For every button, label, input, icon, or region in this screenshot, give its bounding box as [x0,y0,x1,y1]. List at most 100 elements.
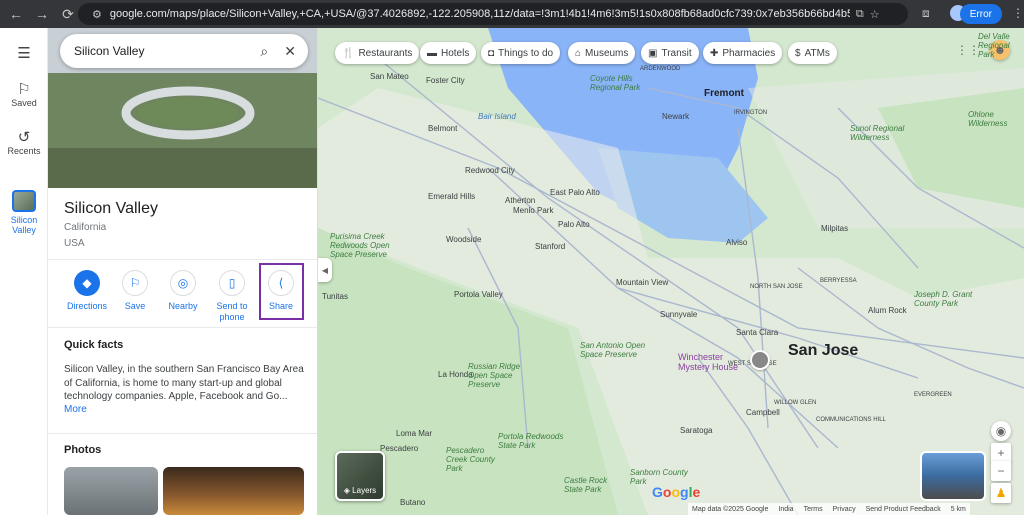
chip-things-to-do[interactable]: ◘ Things to do [481,42,561,64]
map-label: Woodside [446,235,482,244]
nearby-label: Nearby [168,301,198,311]
street-view-thumbnail[interactable] [920,451,986,501]
place-label-line1: Silicon [10,215,38,225]
site-info-icon[interactable]: ⚙ [92,8,102,21]
chip-hotels[interactable]: ▬ Hotels [420,42,477,64]
directions-button[interactable]: ◆ Directions [64,270,110,312]
map-label: Tunitas [322,292,348,301]
menu-icon[interactable]: ☰ [0,44,48,62]
layers-text: Layers [352,486,377,495]
museum-icon: ⌂ [575,47,582,59]
atm-icon: $ [795,47,801,59]
map-label: Campbell [746,408,780,417]
chip-atms[interactable]: $ ATMs [788,42,837,64]
search-icon[interactable]: ⌕ [260,43,268,60]
chip-pharmacies[interactable]: ✚ Pharmacies [703,42,783,64]
map-label: Saratoga [680,426,713,435]
map-label: San Jose [788,342,859,359]
send-to-phone-button[interactable]: ▯ Send to phone [209,270,255,323]
google-logo: Google [652,484,701,500]
address-bar[interactable]: ⚙ google.com/maps/place/Silicon+Valley,+… [78,3,908,25]
poi-thumbnail-icon[interactable] [750,350,770,370]
map-label: Fremont [704,88,744,99]
map-label: Coyote Hills Regional Park [590,74,641,92]
recents-button[interactable]: ↺ Recents [0,128,48,156]
place-thumbnail [12,190,36,212]
phone-icon: ▯ [219,270,245,296]
map-label: Castle Rock State Park [564,476,608,494]
pharmacy-icon: ✚ [710,47,719,59]
more-link[interactable]: More [64,404,87,415]
search-bar[interactable]: Silicon Valley ⌕ ✕ [60,34,308,68]
left-rail: ☰ ⚐ Saved ↺ Recents Silicon Valley [0,28,48,515]
browser-toolbar: ← → ⟳ ⚙ google.com/maps/place/Silicon+Va… [0,0,1024,28]
map-label: COMMUNICATIONS HILL [816,417,886,423]
back-icon[interactable]: ← [6,4,26,24]
apps-grid-icon[interactable]: ⋮⋮ [956,40,980,60]
search-input[interactable]: Silicon Valley [74,44,260,58]
chip-label: ATMs [804,47,830,59]
nearby-button[interactable]: ◎ Nearby [160,270,206,312]
feedback-link[interactable]: Send Product Feedback [866,506,941,513]
bed-icon: ▬ [427,47,437,59]
divider [48,327,317,328]
zoom-in-button[interactable]: + [991,443,1011,463]
saved-button[interactable]: ⚐ Saved [0,80,48,108]
map-label: Pescadero [380,444,419,453]
map-label: Belmont [428,124,458,133]
map-label: Redwood City [465,166,515,175]
place-country: USA [64,238,85,249]
collapse-panel-button[interactable]: ◀ [318,258,332,282]
chip-transit[interactable]: ▣ Transit [641,42,699,64]
region-link[interactable]: India [778,506,793,513]
place-state: California [64,222,107,233]
install-icon[interactable]: ⧉ [856,8,864,21]
save-button[interactable]: ⚐ Save [112,270,158,312]
zoom-out-button[interactable]: − [991,461,1011,481]
map-data-text: Map data ©2025 Google [692,505,769,513]
saved-label: Saved [11,98,37,108]
fork-knife-icon: 🍴 [342,47,355,59]
send-to-label-line2: phone [219,312,245,322]
chip-label: Transit [661,47,692,59]
map-label: Sunol Regional Wilderness [850,124,905,142]
divider [48,433,317,434]
map-label: Butano [400,498,426,507]
close-icon[interactable]: ✕ [284,43,296,60]
map-canvas[interactable]: 🍴 Restaurants ▬ Hotels ◘ Things to do ⌂ Muse… [318,28,1024,515]
map-label: Mountain View [616,278,669,287]
map-label-poi[interactable]: Winchester Mystery House [678,352,748,372]
map-label: NORTH SAN JOSE [750,284,803,290]
map-label: Joseph D. Grant County Park [914,290,973,308]
my-location-icon[interactable]: ◉ [991,421,1011,441]
quick-facts-text: Silicon Valley, in the southern San Fran… [64,364,304,402]
map-label: ARDENWOOD [640,66,681,72]
photo-thumbnail[interactable] [163,467,304,515]
error-button[interactable]: Error [959,4,1002,24]
divider [48,259,317,260]
privacy-link[interactable]: Privacy [833,506,856,513]
map-label: Del Valle Regional Park [978,32,1010,59]
pegman-icon[interactable]: ♟ [991,483,1011,503]
chip-restaurants[interactable]: 🍴 Restaurants [335,42,420,64]
bookmark-star-icon[interactable]: ☆ [870,8,880,21]
map-label: Alviso [726,238,748,247]
photo-thumbnail[interactable] [64,467,158,515]
place-title: Silicon Valley [64,200,158,217]
map-label: Ohlone Wilderness [968,110,1008,128]
chip-museums[interactable]: ⌂ Museums [568,42,636,64]
extensions-icon[interactable]: ⧈ [922,6,930,21]
bookmark-icon: ⚐ [17,81,31,98]
map-label: San Antonio Open Space Preserve [580,341,646,359]
forward-icon[interactable]: → [32,4,52,24]
recents-label: Recents [7,146,41,156]
photos-title: Photos [64,444,102,456]
reload-icon[interactable]: ⟳ [58,4,78,24]
menu-dots-icon[interactable]: ⋮ [1012,6,1024,20]
map-label: WILLOW GLEN [774,400,817,406]
terms-link[interactable]: Terms [804,506,823,513]
map-label: Santa Clara [736,328,779,337]
map-label: Bair Island [478,112,516,121]
recent-place-silicon-valley[interactable]: Silicon Valley [0,190,48,235]
layers-button[interactable]: ◈ Layers [335,451,385,501]
